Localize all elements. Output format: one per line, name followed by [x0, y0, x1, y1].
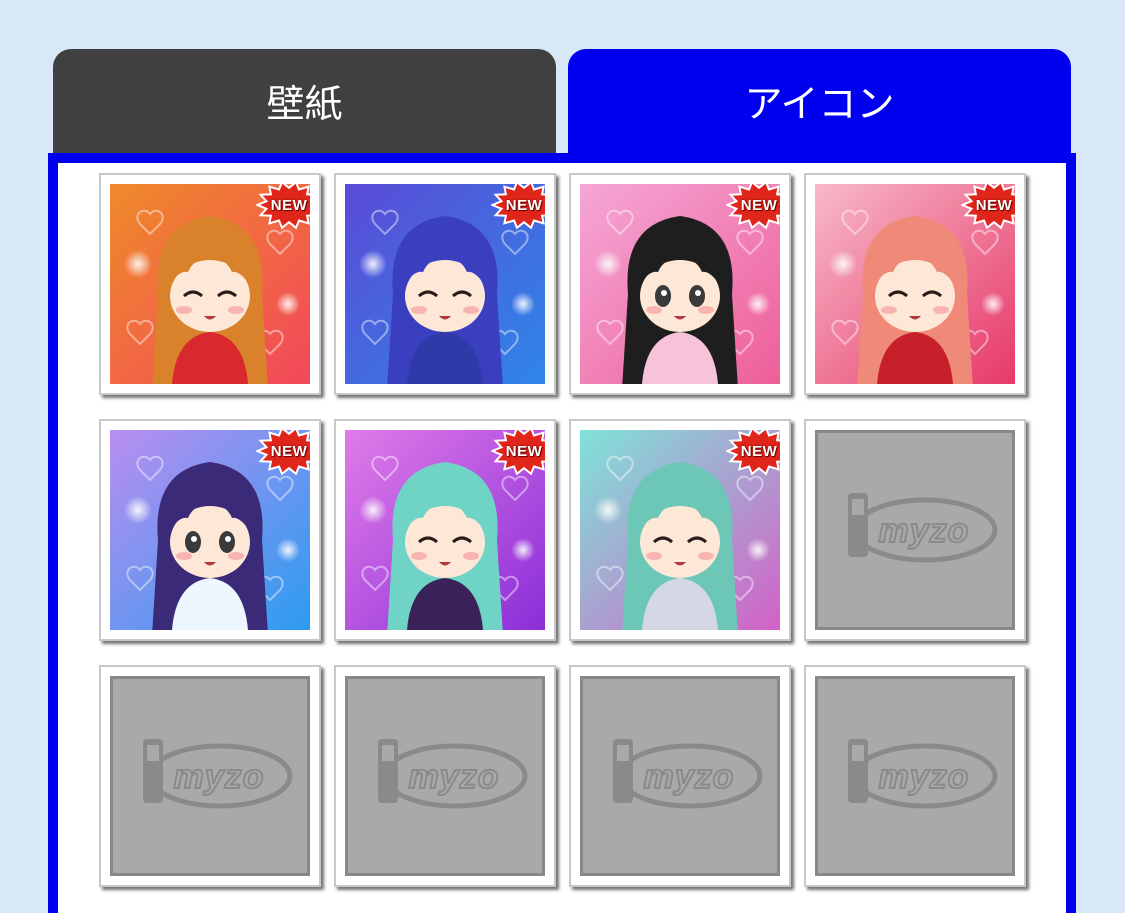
new-badge-label: NEW	[740, 196, 778, 214]
new-badge: NEW	[491, 430, 545, 476]
icon-tile[interactable]: NEW	[334, 419, 556, 641]
icon-tile[interactable]: NEW	[569, 173, 791, 395]
new-badge: NEW	[726, 184, 780, 230]
icon-panel: NEW NEW NEW NEW NEW NEW NEW myzo myzo my…	[48, 153, 1076, 913]
character-icon: NEW	[345, 184, 545, 384]
character-icon: NEW	[110, 184, 310, 384]
icon-tile[interactable]: NEW	[804, 173, 1026, 395]
new-badge: NEW	[256, 184, 310, 230]
tab-bar: 壁紙 アイコン	[53, 49, 1072, 159]
myzo-logo-icon: myzo	[580, 676, 780, 876]
character-icon: NEW	[345, 430, 545, 630]
icon-tile[interactable]: NEW	[99, 173, 321, 395]
character-icon: NEW	[815, 184, 1015, 384]
myzo-logo-icon: myzo	[815, 430, 1015, 630]
placeholder-tile[interactable]: myzo	[99, 665, 321, 887]
tab-icon[interactable]: アイコン	[568, 49, 1071, 159]
new-badge-label: NEW	[270, 196, 308, 214]
tab-icon-label: アイコン	[744, 81, 895, 126]
myzo-logo-text: myzo	[173, 757, 265, 797]
icon-tile[interactable]: NEW	[569, 419, 791, 641]
tab-wallpaper[interactable]: 壁紙	[53, 49, 556, 159]
myzo-logo-icon: myzo	[110, 676, 310, 876]
character-icon: NEW	[580, 184, 780, 384]
placeholder-tile[interactable]: myzo	[569, 665, 791, 887]
myzo-logo-text: myzo	[878, 511, 970, 551]
icon-tile[interactable]: NEW	[99, 419, 321, 641]
myzo-logo-icon: myzo	[345, 676, 545, 876]
new-badge: NEW	[961, 184, 1015, 230]
placeholder-tile[interactable]: myzo	[804, 419, 1026, 641]
new-badge: NEW	[726, 430, 780, 476]
character-icon: NEW	[110, 430, 310, 630]
placeholder-tile[interactable]: myzo	[804, 665, 1026, 887]
myzo-logo-text: myzo	[878, 757, 970, 797]
new-badge-label: NEW	[505, 196, 543, 214]
myzo-logo-text: myzo	[408, 757, 500, 797]
placeholder-tile[interactable]: myzo	[334, 665, 556, 887]
new-badge: NEW	[256, 430, 310, 476]
new-badge-label: NEW	[270, 442, 308, 460]
tab-wallpaper-label: 壁紙	[266, 81, 343, 126]
new-badge: NEW	[491, 184, 545, 230]
new-badge-label: NEW	[740, 442, 778, 460]
character-icon: NEW	[580, 430, 780, 630]
new-badge-label: NEW	[975, 196, 1013, 214]
myzo-logo-icon: myzo	[815, 676, 1015, 876]
new-badge-label: NEW	[505, 442, 543, 460]
myzo-logo-text: myzo	[643, 757, 735, 797]
icon-grid: NEW NEW NEW NEW NEW NEW NEW myzo myzo my…	[58, 163, 1066, 913]
icon-tile[interactable]: NEW	[334, 173, 556, 395]
